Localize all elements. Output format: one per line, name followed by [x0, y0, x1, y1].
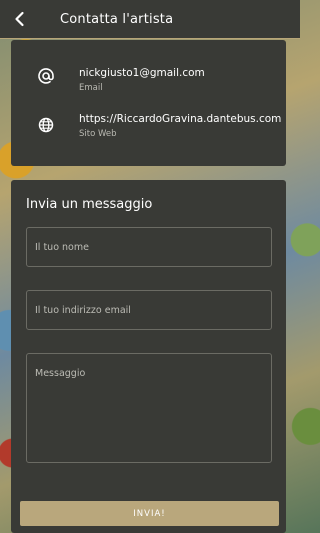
at-icon — [37, 67, 55, 85]
globe-icon — [37, 116, 55, 134]
name-placeholder: Il tuo nome — [35, 241, 89, 253]
message-placeholder: Messaggio — [35, 368, 86, 379]
contact-email-label: Email — [79, 83, 103, 93]
contact-email-value: nickgiusto1@gmail.com — [79, 67, 205, 79]
contact-website-label: Sito Web — [79, 129, 117, 139]
name-input[interactable]: Il tuo nome — [26, 227, 272, 267]
page-title: Contatta l'artista — [60, 11, 174, 27]
form-title: Invia un messaggio — [26, 197, 153, 212]
top-bar: Contatta l'artista — [0, 0, 300, 39]
contacts-card: nickgiusto1@gmail.com Email https://Ricc… — [11, 40, 286, 166]
contact-website-value: https://RiccardoGravina.dantebus.com — [79, 113, 282, 125]
send-button[interactable]: INVIA! — [20, 501, 279, 526]
message-form-card: Invia un messaggio Il tuo nome Il tuo in… — [11, 180, 286, 533]
back-button[interactable] — [0, 0, 40, 38]
chevron-left-icon — [15, 11, 24, 27]
message-textarea[interactable]: Messaggio — [26, 353, 272, 463]
email-input[interactable]: Il tuo indirizzo email — [26, 290, 272, 330]
email-placeholder: Il tuo indirizzo email — [35, 304, 131, 316]
